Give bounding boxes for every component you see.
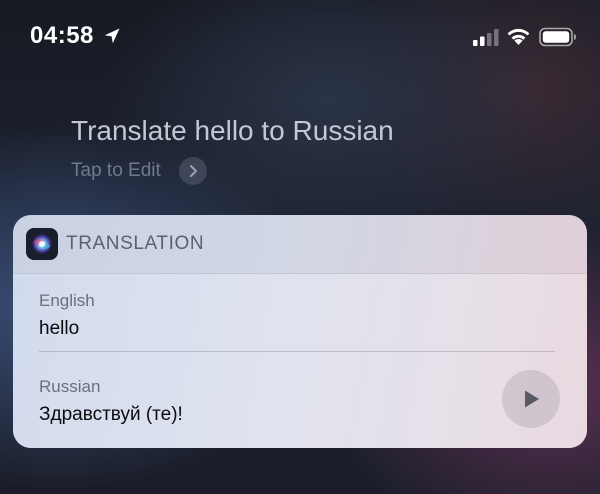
wifi-icon xyxy=(507,28,530,45)
tap-to-edit-label: Tap to Edit xyxy=(71,160,161,181)
translation-card: TRANSLATION English hello Russian Здравс… xyxy=(13,215,587,448)
status-bar: 04:58 xyxy=(0,0,600,74)
siri-icon xyxy=(26,228,58,260)
status-time: 04:58 xyxy=(30,22,94,49)
location-arrow-icon xyxy=(104,28,120,44)
source-language-label: English xyxy=(39,291,95,310)
chevron-right-icon[interactable] xyxy=(178,157,207,185)
translated-text: Здравствуй (те)! xyxy=(39,404,183,425)
tap-to-edit-button[interactable]: Tap to Edit xyxy=(71,156,207,186)
translation-body: English hello Russian Здравствуй (те)! xyxy=(13,274,587,448)
cellular-signal-icon xyxy=(473,29,499,46)
battery-icon xyxy=(539,27,576,47)
play-icon xyxy=(525,390,539,408)
divider xyxy=(39,351,555,352)
play-pronunciation-button[interactable] xyxy=(502,370,560,428)
siri-query-text[interactable]: Translate hello to Russian xyxy=(71,115,394,147)
source-text: hello xyxy=(39,318,80,339)
card-header: TRANSLATION xyxy=(13,215,587,274)
card-title: TRANSLATION xyxy=(66,233,205,254)
target-language-label: Russian xyxy=(39,377,101,396)
